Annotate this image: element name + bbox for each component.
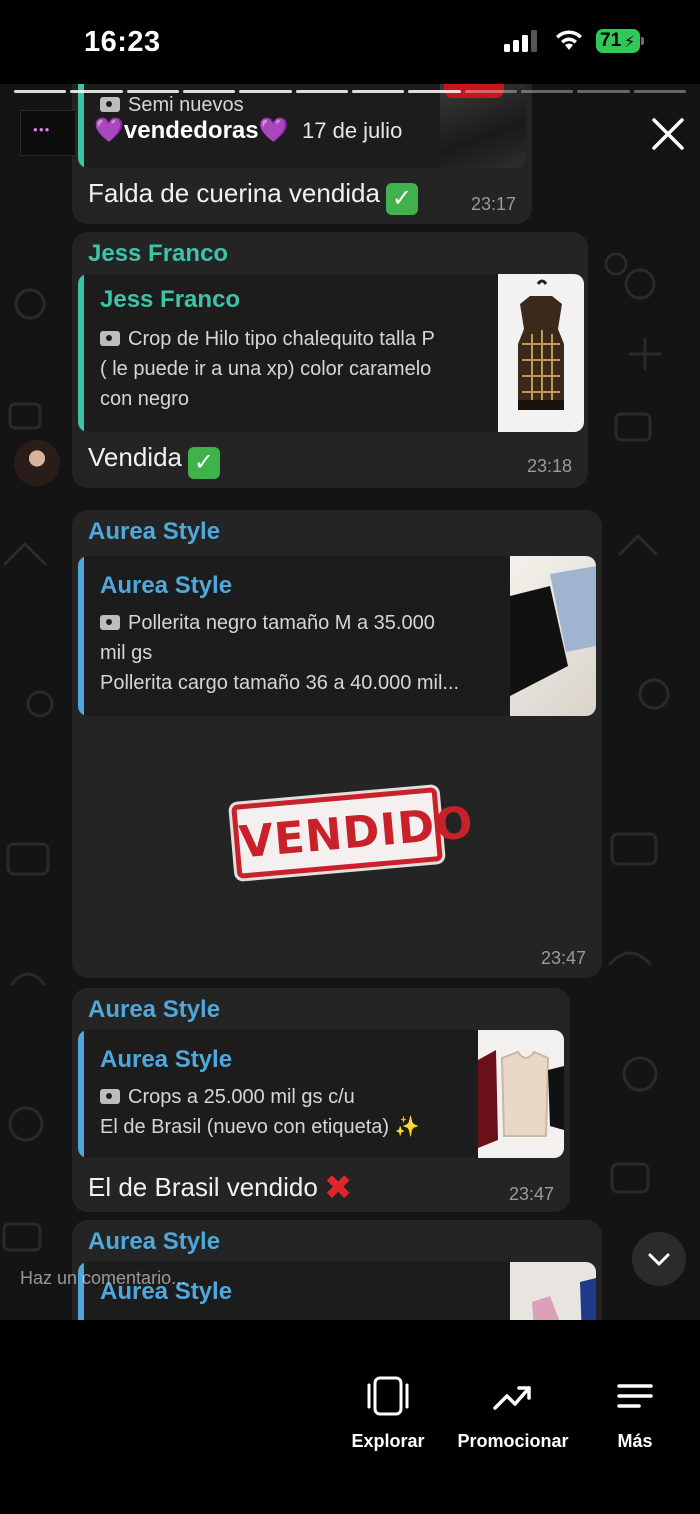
bottom-action-bar: Explorar Promocionar Más xyxy=(0,1320,700,1514)
quote-accent-bar xyxy=(78,1030,84,1158)
message-time: 23:47 xyxy=(508,1184,554,1204)
skirts-image xyxy=(510,566,596,696)
crops-image xyxy=(478,1050,564,1148)
chat-background: Semi nuevos Falda de cuerina vendida ✓ 23… xyxy=(0,84,700,1320)
battery-level: 71 xyxy=(600,30,622,51)
more-button[interactable]: Más xyxy=(610,1376,660,1452)
quote-accent-bar xyxy=(78,274,84,432)
message-text: Vendida xyxy=(88,442,182,472)
status-bar: 16:23 71 ⚡ xyxy=(0,0,700,84)
quoted-message[interactable]: Aurea Style Crops a 25.000 mil gs c/u El… xyxy=(78,1030,564,1158)
promote-label: Promocionar xyxy=(457,1431,569,1451)
explore-button[interactable]: Explorar xyxy=(350,1376,426,1452)
product-thumbnail-skirts[interactable] xyxy=(510,556,596,716)
quote-text-line-1: Pollerita negro tamaño M a 35.000 xyxy=(128,612,435,634)
story-avatar[interactable]: ●●● xyxy=(20,110,76,156)
quote-accent-bar xyxy=(78,556,84,716)
quote-text-line-1: Crops a 25.000 mil gs c/u xyxy=(128,1086,355,1108)
check-mark-icon: ✓ xyxy=(385,183,418,215)
product-thumbnail[interactable] xyxy=(510,1262,596,1320)
quote-accent-bar xyxy=(78,84,84,168)
message-time: 23:18 xyxy=(526,456,572,476)
message-bubble-2[interactable]: Jess Franco Jess Franco Crop de Hilo tip… xyxy=(72,232,588,488)
cellular-signal-icon xyxy=(504,30,537,52)
quote-sender-name: Aurea Style xyxy=(100,572,233,599)
story-username-text: vendedoras xyxy=(123,117,259,144)
charging-bolt-icon: ⚡ xyxy=(624,34,636,51)
quote-sender-name: Aurea Style xyxy=(100,1046,233,1073)
check-mark-icon: ✓ xyxy=(187,447,220,479)
message-time: 23:47 xyxy=(540,948,586,968)
camera-icon xyxy=(100,331,120,346)
product-thumbnail-skirt[interactable] xyxy=(440,84,526,168)
message-bubble-4[interactable]: Aurea Style Aurea Style Crops a 25.000 m… xyxy=(72,988,570,1212)
story-username[interactable]: 💜vendedoras💜 xyxy=(94,116,289,145)
quote-text-line-2: ( le puede ir a una xp) color caramelo xyxy=(100,358,432,380)
scroll-down-button[interactable] xyxy=(632,1232,686,1286)
more-label: Más xyxy=(617,1431,653,1451)
trending-up-icon xyxy=(493,1386,531,1410)
explore-icon xyxy=(367,1376,409,1416)
product-thumbnail-crops[interactable] xyxy=(478,1030,564,1158)
sender-name[interactable]: Jess Franco xyxy=(88,240,228,268)
battery-icon: 71 ⚡ xyxy=(596,29,644,53)
quote-text-line-1: Crop de Hilo tipo chalequito talla P xyxy=(128,328,435,350)
chevron-down-icon xyxy=(648,1253,670,1266)
message-text: El de Brasil vendido xyxy=(88,1172,318,1202)
promote-button[interactable]: Promocionar xyxy=(456,1376,570,1452)
cross-mark-icon: ✖ xyxy=(323,1169,353,1207)
camera-icon xyxy=(100,1089,120,1104)
story-progress xyxy=(14,90,686,93)
explore-label: Explorar xyxy=(351,1431,425,1451)
sold-sticker-text: VENDIDO xyxy=(237,797,476,869)
menu-icon xyxy=(617,1384,653,1408)
camera-icon xyxy=(100,97,120,112)
quote-text-line-2: El de Brasil (nuevo con etiqueta) ✨ xyxy=(100,1116,420,1138)
quote-text-line-3: Pollerita cargo tamaño 36 a 40.000 mil..… xyxy=(100,672,460,694)
camera-icon xyxy=(100,615,120,630)
quoted-message[interactable]: Aurea Style Pollerita negro tamaño M a 3… xyxy=(78,556,596,716)
close-icon[interactable] xyxy=(648,114,688,154)
vest-image xyxy=(518,279,564,410)
product-thumbnail-vest[interactable] xyxy=(498,274,584,432)
heart-emoji: 💜 xyxy=(94,117,124,144)
sender-name[interactable]: Aurea Style xyxy=(88,518,220,546)
sender-name[interactable]: Aurea Style xyxy=(88,1228,220,1256)
message-time: 23:17 xyxy=(470,194,516,214)
heart-emoji: 💜 xyxy=(258,117,289,144)
message-bubble-1[interactable]: Semi nuevos Falda de cuerina vendida ✓ 23… xyxy=(72,84,532,224)
story-date: 17 de julio xyxy=(302,118,403,143)
quoted-message[interactable]: Jess Franco Crop de Hilo tipo chalequito… xyxy=(78,274,584,432)
message-text: Falda de cuerina vendida xyxy=(88,178,380,208)
comment-input[interactable]: Haz un comentario... xyxy=(20,1268,186,1289)
quote-text-line: Semi nuevos xyxy=(128,94,244,116)
wifi-icon xyxy=(556,30,582,50)
message-bubble-3[interactable]: Aurea Style Aurea Style Pollerita negro … xyxy=(72,510,602,978)
product-image xyxy=(532,1278,596,1320)
quote-text-line-3: con negro xyxy=(100,388,189,410)
sender-avatar[interactable] xyxy=(14,440,60,486)
quote-sender-name: Jess Franco xyxy=(100,286,241,313)
sender-name[interactable]: Aurea Style xyxy=(88,996,220,1024)
status-time: 16:23 xyxy=(84,26,161,58)
quote-text-line-2: mil gs xyxy=(100,642,153,664)
